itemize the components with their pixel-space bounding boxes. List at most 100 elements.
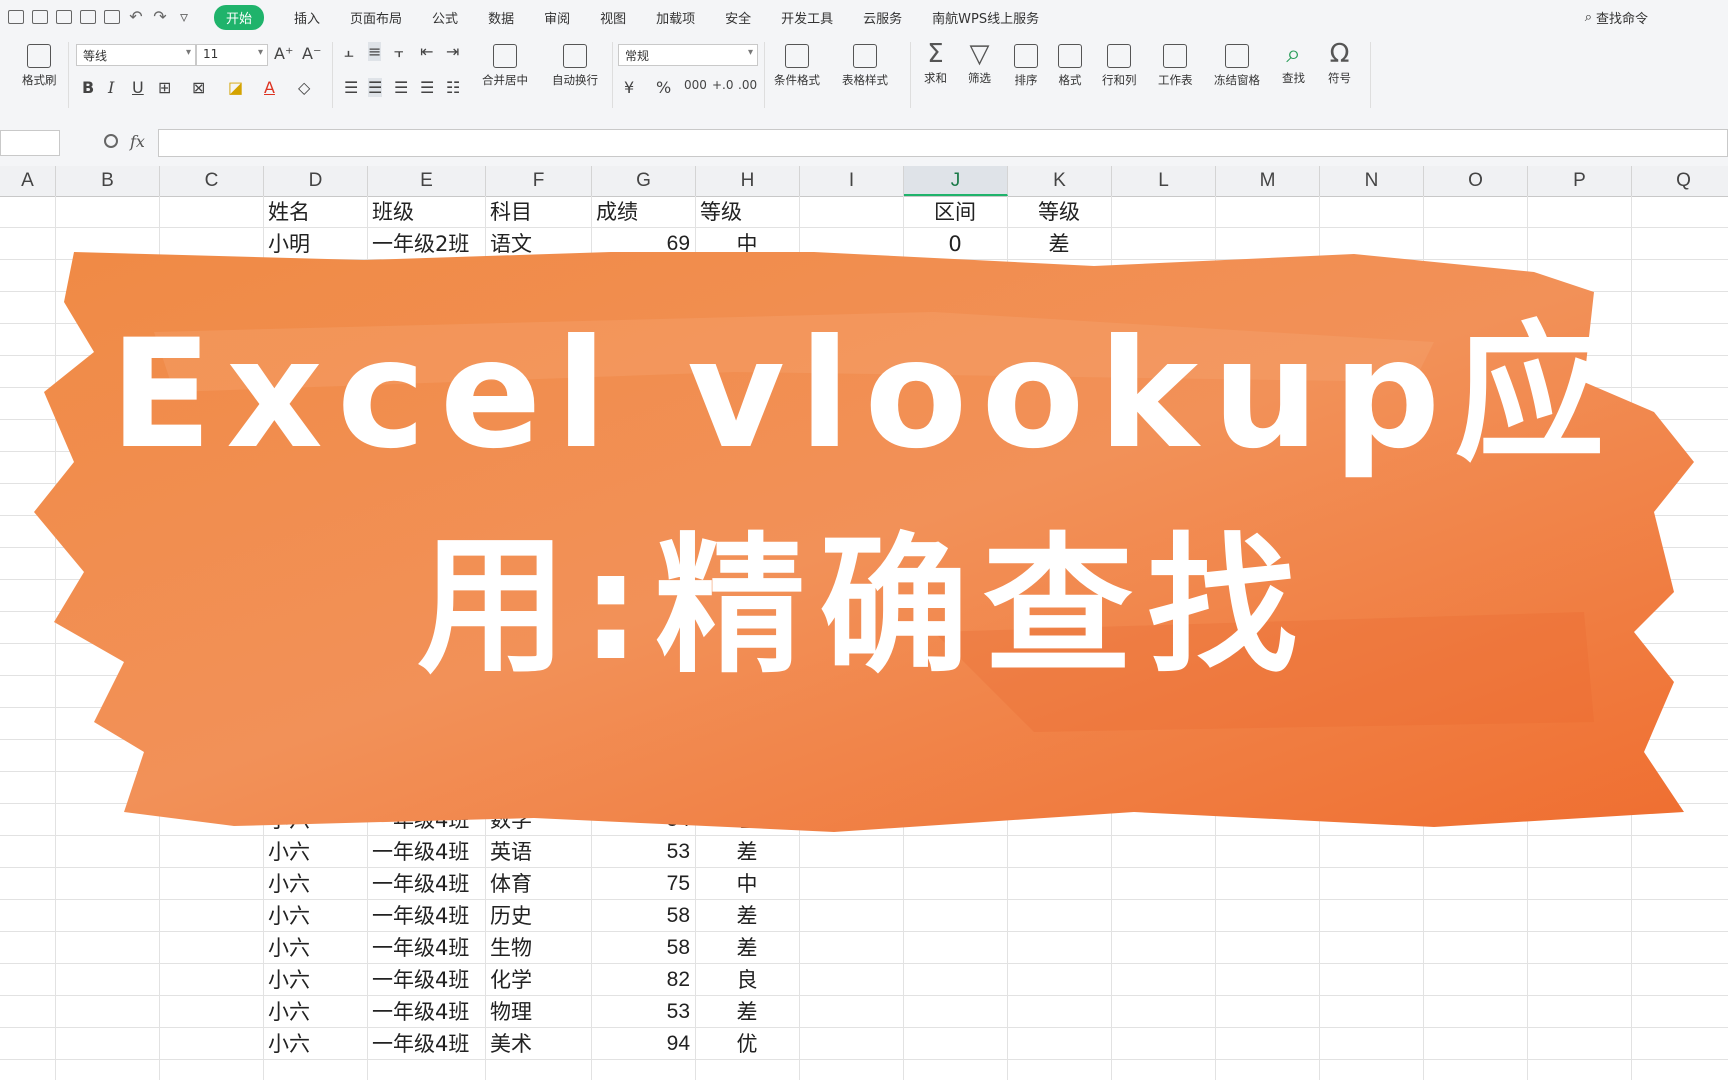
wrap-text-button[interactable]: 自动换行: [552, 44, 598, 88]
column-header-j[interactable]: J: [904, 166, 1008, 196]
table-cell[interactable]: 94: [596, 1028, 690, 1060]
table-cell[interactable]: 优: [700, 1028, 794, 1060]
symbol-button[interactable]: Ω 符号: [1328, 40, 1351, 86]
table-cell[interactable]: 82: [596, 964, 690, 996]
sum-button[interactable]: Σ 求和: [924, 40, 947, 86]
table-cell[interactable]: 差: [700, 900, 794, 932]
table-cell[interactable]: 化学: [490, 964, 586, 996]
font-name-select[interactable]: 等线: [76, 44, 196, 66]
column-header-f[interactable]: F: [486, 166, 592, 196]
fill-pattern-icon[interactable]: ⊠: [192, 78, 205, 97]
table-cell[interactable]: 一年级4班: [372, 996, 480, 1028]
table-cell[interactable]: 小六: [268, 964, 362, 996]
indent-increase-icon[interactable]: ⇥: [446, 42, 459, 61]
align-center-icon[interactable]: ☰: [368, 78, 383, 97]
filter-button[interactable]: ▽ 筛选: [968, 40, 991, 86]
customize-chevron-icon[interactable]: ▿: [176, 9, 192, 25]
table-cell[interactable]: 58: [596, 900, 690, 932]
number-format-select[interactable]: 常规: [618, 44, 758, 66]
thousands-icon[interactable]: 000: [684, 78, 707, 92]
table-cell[interactable]: 小六: [268, 900, 362, 932]
column-header-c[interactable]: C: [160, 166, 264, 196]
border-icon[interactable]: ⊞: [158, 78, 171, 97]
format-brush-button[interactable]: 格式刷: [22, 44, 57, 88]
increase-decimal-icon[interactable]: +.0: [712, 78, 734, 92]
tab-developer[interactable]: 开发工具: [781, 8, 833, 27]
table-header-cell[interactable]: 姓名: [268, 196, 362, 228]
table-style-button[interactable]: 表格样式: [842, 44, 888, 88]
tab-home[interactable]: 开始: [214, 4, 265, 30]
tab-view[interactable]: 视图: [600, 8, 626, 27]
zoom-icon[interactable]: [104, 134, 118, 148]
table-cell[interactable]: 53: [596, 836, 690, 868]
column-header-b[interactable]: B: [56, 166, 160, 196]
font-color-icon[interactable]: A: [264, 78, 275, 97]
table-cell[interactable]: 一年级4班: [372, 868, 480, 900]
percent-icon[interactable]: %: [656, 78, 671, 97]
table-cell[interactable]: 一年级4班: [372, 932, 480, 964]
font-size-select[interactable]: 11: [196, 44, 268, 66]
align-top-icon[interactable]: ⫠: [344, 42, 354, 62]
tab-insert[interactable]: 插入: [294, 8, 320, 27]
tab-cloud[interactable]: 云服务: [863, 8, 902, 27]
decrease-decimal-icon[interactable]: .00: [738, 78, 757, 92]
table-header-cell[interactable]: 班级: [372, 196, 480, 228]
table-header-cell[interactable]: 科目: [490, 196, 586, 228]
worksheet-button[interactable]: 工作表: [1158, 44, 1193, 88]
conditional-format-button[interactable]: 条件格式: [774, 44, 820, 88]
column-header-q[interactable]: Q: [1632, 166, 1728, 196]
table-cell[interactable]: 英语: [490, 836, 586, 868]
column-header-a[interactable]: A: [0, 166, 56, 196]
column-header-m[interactable]: M: [1216, 166, 1320, 196]
column-header-o[interactable]: O: [1424, 166, 1528, 196]
italic-icon[interactable]: I: [108, 78, 114, 97]
table-cell[interactable]: 历史: [490, 900, 586, 932]
table-cell[interactable]: 生物: [490, 932, 586, 964]
clear-format-icon[interactable]: ◇: [298, 78, 310, 97]
table-cell[interactable]: 小六: [268, 868, 362, 900]
indent-decrease-icon[interactable]: ⇤: [420, 42, 433, 61]
align-bottom-icon[interactable]: ⫟: [394, 42, 404, 62]
tab-addins[interactable]: 加载项: [656, 8, 695, 27]
table-cell[interactable]: 差: [700, 932, 794, 964]
column-header-l[interactable]: L: [1112, 166, 1216, 196]
column-header-h[interactable]: H: [696, 166, 800, 196]
format-button[interactable]: 格式: [1058, 44, 1082, 88]
font-shrink-icon[interactable]: A⁻: [302, 44, 321, 63]
undo-icon[interactable]: ↶: [128, 9, 144, 25]
currency-icon[interactable]: ¥: [624, 78, 634, 97]
table-cell[interactable]: 物理: [490, 996, 586, 1028]
tab-page-layout[interactable]: 页面布局: [350, 8, 402, 27]
distributed-icon[interactable]: ☷: [446, 78, 460, 97]
find-button[interactable]: ⌕ 查找: [1282, 40, 1305, 86]
fill-color-icon[interactable]: ◪: [228, 78, 243, 97]
tab-data[interactable]: 数据: [488, 8, 514, 27]
row-col-button[interactable]: 行和列: [1102, 44, 1137, 88]
align-left-icon[interactable]: ☰: [344, 78, 358, 97]
table-cell[interactable]: 一年级4班: [372, 836, 480, 868]
table-header-cell[interactable]: 成绩: [596, 196, 690, 228]
table-cell[interactable]: 美术: [490, 1028, 586, 1060]
freeze-button[interactable]: 冻结窗格: [1214, 44, 1260, 88]
align-right-icon[interactable]: ☰: [394, 78, 408, 97]
table-cell[interactable]: 53: [596, 996, 690, 1028]
table-cell[interactable]: 小六: [268, 836, 362, 868]
lookup-header-cell[interactable]: 等级: [1012, 196, 1106, 228]
column-header-d[interactable]: D: [264, 166, 368, 196]
column-header-k[interactable]: K: [1008, 166, 1112, 196]
table-cell[interactable]: 小六: [268, 1028, 362, 1060]
save-icon[interactable]: [32, 10, 48, 24]
table-cell[interactable]: 小六: [268, 996, 362, 1028]
table-cell[interactable]: 58: [596, 932, 690, 964]
fx-icon[interactable]: fx: [130, 132, 145, 151]
justify-icon[interactable]: ☰: [420, 78, 434, 97]
table-cell[interactable]: 差: [700, 996, 794, 1028]
column-header-e[interactable]: E: [368, 166, 486, 196]
underline-icon[interactable]: U: [132, 78, 144, 97]
table-cell[interactable]: 中: [700, 868, 794, 900]
redo-icon[interactable]: ↷: [152, 9, 168, 25]
merge-center-button[interactable]: 合并居中: [482, 44, 528, 88]
name-box[interactable]: [0, 130, 60, 156]
table-cell[interactable]: 体育: [490, 868, 586, 900]
align-middle-icon[interactable]: ≡: [368, 42, 382, 61]
